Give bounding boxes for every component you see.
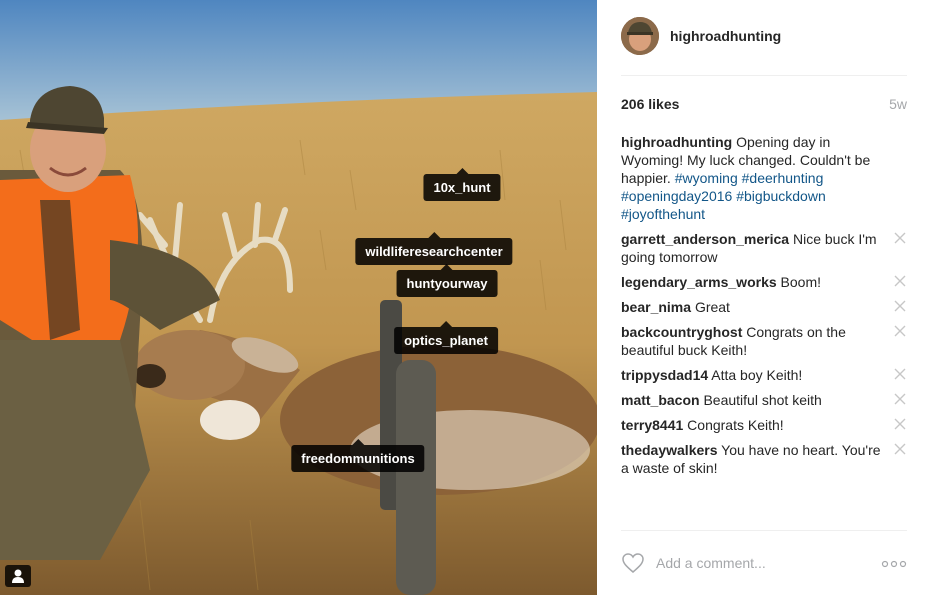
photo-tag[interactable]: 10x_hunt	[423, 168, 501, 201]
comment-item: terry8441 Congrats Keith!	[621, 416, 907, 434]
caption-username[interactable]: highroadhunting	[621, 134, 732, 150]
comment-item: backcountryghost Congrats on the beautif…	[621, 323, 907, 359]
photo-tag[interactable]: freedommunitions	[291, 439, 425, 472]
comment-text: Great	[694, 299, 730, 315]
hunting-photo-illustration	[0, 0, 597, 595]
photo-tag[interactable]: optics_planet	[394, 321, 498, 354]
close-icon[interactable]	[893, 274, 907, 288]
heart-icon[interactable]	[621, 552, 645, 574]
close-icon[interactable]	[893, 417, 907, 431]
add-comment-input[interactable]	[656, 548, 866, 578]
comment-username[interactable]: terry8441	[621, 417, 683, 433]
comment-footer	[621, 548, 907, 578]
close-icon[interactable]	[893, 442, 907, 456]
comment-item: garrett_anderson_merica Nice buck I'm go…	[621, 230, 907, 266]
hashtag-link[interactable]: #wyoming	[675, 170, 738, 186]
hashtag-link[interactable]: #bigbuckdown	[736, 188, 826, 204]
comment-text: Boom!	[780, 274, 821, 290]
comment-username[interactable]: bear_nima	[621, 299, 691, 315]
comment-username[interactable]: matt_bacon	[621, 392, 700, 408]
hashtag-link[interactable]: #openingday2016	[621, 188, 732, 204]
caption: highroadhunting Opening day in Wyoming! …	[621, 133, 907, 223]
close-icon[interactable]	[893, 231, 907, 245]
post-header: highroadhunting	[621, 16, 781, 56]
header-divider	[621, 75, 907, 76]
footer-divider	[621, 530, 907, 531]
avatar[interactable]	[621, 17, 659, 55]
likes-row: 206 likes 5w	[621, 96, 907, 114]
comment-item: matt_bacon Beautiful shot keith	[621, 391, 907, 409]
close-icon[interactable]	[893, 367, 907, 381]
comment-text: Congrats Keith!	[687, 417, 784, 433]
likes-count[interactable]: 206 likes	[621, 96, 679, 112]
comments-list: highroadhunting Opening day in Wyoming! …	[621, 133, 907, 533]
person-icon	[12, 569, 24, 583]
photo-tag[interactable]: wildliferesearchcenter	[355, 232, 513, 265]
comment-text: Atta boy Keith!	[711, 367, 803, 383]
avatar-image	[621, 17, 659, 55]
comment-username[interactable]: thedaywalkers	[621, 442, 718, 458]
comment-item: legendary_arms_works Boom!	[621, 273, 907, 291]
post-view: 10x_hunt wildliferesearchcenter huntyour…	[0, 0, 930, 595]
close-icon[interactable]	[893, 299, 907, 313]
post-side-panel: highroadhunting 206 likes 5w highroadhun…	[597, 0, 930, 595]
hashtag-link[interactable]: #deerhunting	[742, 170, 824, 186]
comment-username[interactable]: garrett_anderson_merica	[621, 231, 789, 247]
comment-text: Beautiful shot keith	[703, 392, 822, 408]
comment-item: thedaywalkers You have no heart. You're …	[621, 441, 907, 477]
close-icon[interactable]	[893, 392, 907, 406]
photo-tag[interactable]: huntyourway	[396, 264, 498, 297]
post-age[interactable]: 5w	[889, 96, 907, 112]
hashtag-link[interactable]: #joyofthehunt	[621, 206, 705, 222]
comment-item: bear_nima Great	[621, 298, 907, 316]
comment-item: trippysdad14 Atta boy Keith!	[621, 366, 907, 384]
more-options-icon[interactable]	[881, 560, 907, 568]
post-author-username[interactable]: highroadhunting	[670, 28, 781, 44]
tagged-users-button[interactable]	[5, 565, 31, 587]
comment-username[interactable]: backcountryghost	[621, 324, 742, 340]
post-photo[interactable]: 10x_hunt wildliferesearchcenter huntyour…	[0, 0, 597, 595]
comment-username[interactable]: legendary_arms_works	[621, 274, 777, 290]
close-icon[interactable]	[893, 324, 907, 338]
comment-username[interactable]: trippysdad14	[621, 367, 708, 383]
